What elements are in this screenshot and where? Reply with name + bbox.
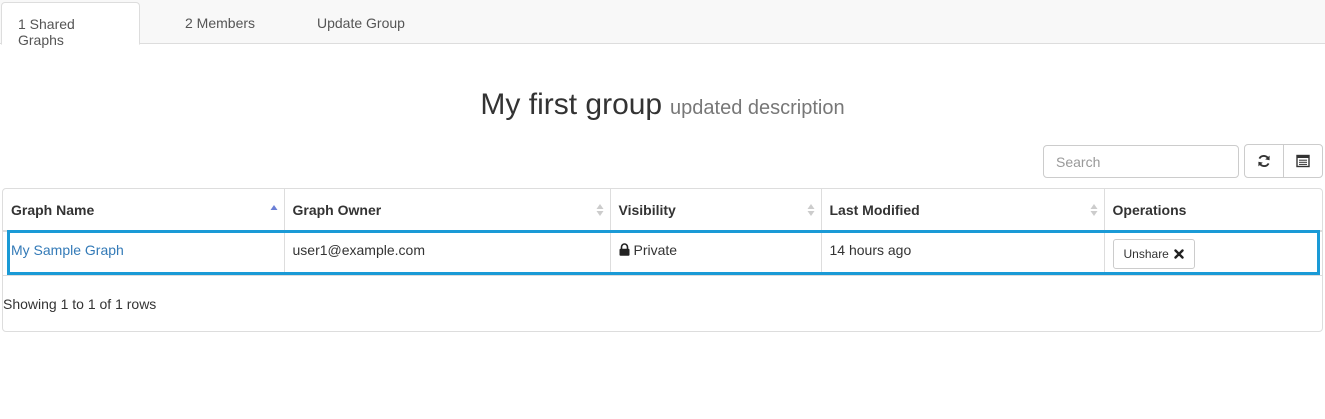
graph-name-link[interactable]: My Sample Graph bbox=[11, 242, 124, 258]
lock-icon bbox=[619, 243, 629, 256]
tab-shared-graphs[interactable]: 1 Shared Graphs bbox=[1, 2, 140, 48]
visibility-label: Private bbox=[633, 242, 678, 258]
column-header-visibility[interactable]: Visibility bbox=[609, 189, 821, 232]
column-label: Operations bbox=[1112, 201, 1187, 218]
pagination-info: Showing 1 to 1 of 1 rows bbox=[3, 296, 157, 312]
columns-button[interactable] bbox=[1283, 144, 1323, 178]
refresh-button[interactable] bbox=[1244, 144, 1284, 178]
column-header-operations: Operations bbox=[1103, 189, 1322, 232]
cell-graph-name: My Sample Graph bbox=[3, 231, 284, 276]
column-label: Graph Owner bbox=[292, 201, 382, 218]
sort-ascending-icon bbox=[270, 204, 277, 210]
column-header-graph-owner[interactable]: Graph Owner bbox=[283, 189, 610, 232]
table-row: My Sample Graph user1@example.com Privat… bbox=[3, 231, 1322, 276]
sort-both-icon bbox=[1090, 203, 1097, 216]
column-label: Visibility bbox=[618, 201, 676, 218]
cell-visibility: Private bbox=[609, 231, 821, 276]
column-label: Graph Name bbox=[11, 201, 95, 218]
shared-graphs-table: Graph Name Graph Owner Visibility Last M… bbox=[3, 189, 1322, 276]
tab-members[interactable]: 2 Members bbox=[169, 2, 271, 44]
cell-last-modified: 14 hours ago bbox=[820, 231, 1104, 276]
group-description: updated description bbox=[670, 97, 845, 119]
refresh-icon bbox=[1258, 155, 1270, 167]
columns-icon bbox=[1296, 154, 1310, 168]
sort-both-icon bbox=[807, 203, 814, 216]
search-input[interactable] bbox=[1043, 145, 1239, 178]
shared-graphs-table-container: Graph Name Graph Owner Visibility Last M… bbox=[2, 188, 1323, 332]
cell-graph-owner: user1@example.com bbox=[283, 231, 610, 276]
page-heading: My first group updated description bbox=[0, 88, 1325, 122]
unshare-label: Unshare bbox=[1123, 247, 1169, 261]
tab-bar: 1 Shared Graphs 2 Members Update Group bbox=[0, 0, 1325, 48]
group-title: My first group bbox=[480, 88, 663, 121]
column-label: Last Modified bbox=[829, 201, 920, 218]
cell-operations: Unshare bbox=[1103, 231, 1322, 276]
table-header-row: Graph Name Graph Owner Visibility Last M… bbox=[3, 189, 1322, 232]
close-icon bbox=[1174, 249, 1184, 259]
sort-both-icon bbox=[596, 203, 603, 216]
column-header-last-modified[interactable]: Last Modified bbox=[820, 189, 1104, 232]
column-header-graph-name[interactable]: Graph Name bbox=[3, 189, 284, 232]
tab-update-group[interactable]: Update Group bbox=[301, 2, 421, 44]
unshare-button[interactable]: Unshare bbox=[1112, 239, 1195, 269]
